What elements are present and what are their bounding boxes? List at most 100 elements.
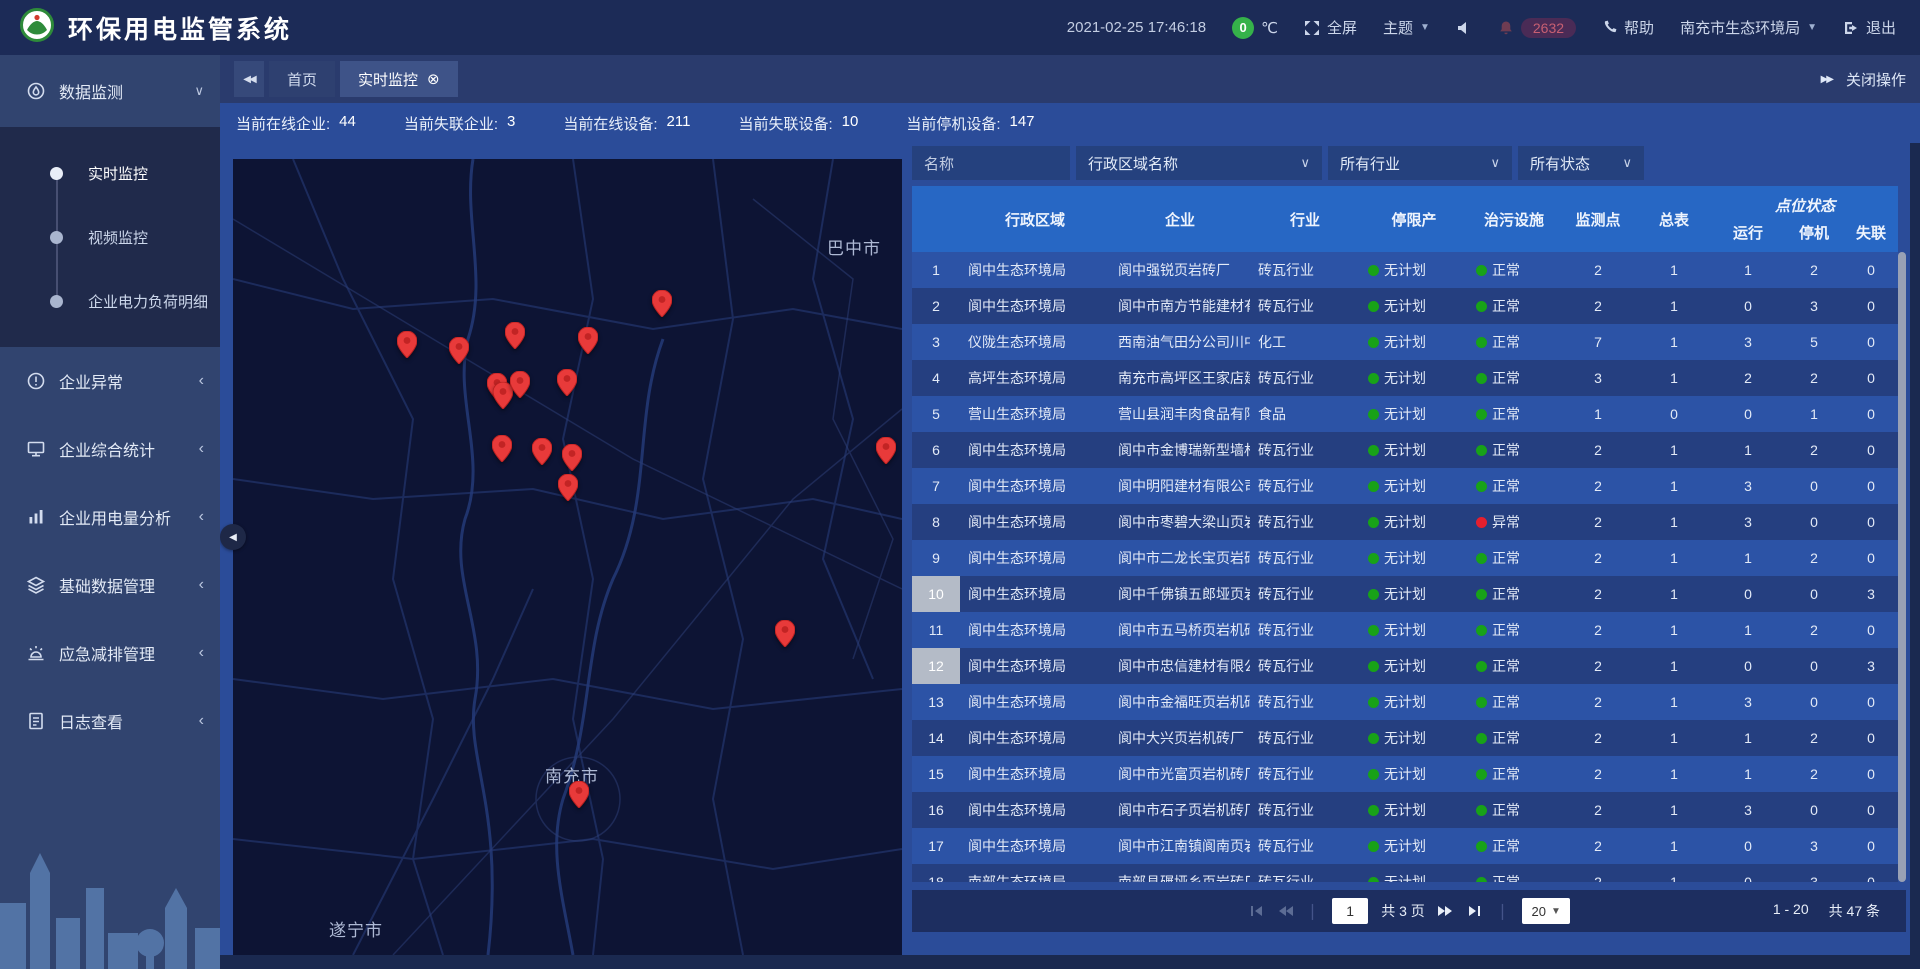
- map-pin-icon[interactable]: [569, 781, 589, 808]
- map-pin-icon[interactable]: [775, 620, 795, 647]
- page-size-select[interactable]: 20 ▼: [1522, 898, 1570, 924]
- table-row[interactable]: 4 高坪生态环境局 南充市高坪区王家店建 砖瓦行业 无计划 正常 3: [912, 360, 1898, 396]
- row-facility-status: 正常: [1468, 828, 1560, 864]
- map-pin-icon[interactable]: [532, 438, 552, 465]
- prev-page-button[interactable]: [1277, 903, 1293, 919]
- table-row[interactable]: 14 阆中生态环境局 阆中大兴页岩机砖厂 砖瓦行业 无计划 正常 2: [912, 720, 1898, 756]
- sidebar-item-electricity-analysis[interactable]: 企业用电量分析 ‹: [0, 483, 220, 551]
- name-search-input[interactable]: 名称: [912, 146, 1070, 180]
- chevron-left-icon: ‹: [199, 372, 204, 390]
- sidebar-item-power-load-detail[interactable]: 企业电力负荷明细: [0, 269, 220, 333]
- row-running-count: 1: [1712, 756, 1784, 792]
- table-row[interactable]: 10 阆中生态环境局 阆中千佛镇五郎垭页岩 砖瓦行业 无计划 正常 2: [912, 576, 1898, 612]
- industry-select[interactable]: 所有行业 ∨: [1328, 146, 1512, 180]
- map-pin-icon[interactable]: [562, 444, 582, 471]
- table-row[interactable]: 7 阆中生态环境局 阆中明阳建材有限公司 砖瓦行业 无计划 正常 2: [912, 468, 1898, 504]
- table-row[interactable]: 15 阆中生态环境局 阆中市光富页岩机砖厂 砖瓦行业 无计划 正常 2: [912, 756, 1898, 792]
- status-select[interactable]: 所有状态 ∨: [1518, 146, 1644, 180]
- map-pin-icon[interactable]: [652, 290, 672, 317]
- sidebar-item-realtime-monitoring[interactable]: 实时监控: [0, 141, 220, 205]
- sidebar-item-video-monitoring[interactable]: 视频监控: [0, 205, 220, 269]
- map-pin-icon[interactable]: [492, 435, 512, 462]
- row-company: 阆中市光富页岩机砖厂: [1110, 756, 1250, 792]
- tabs-scroll-left-button[interactable]: ◀◀: [234, 61, 264, 97]
- close-icon[interactable]: ⊗: [427, 72, 440, 87]
- row-total-meter-count: 1: [1636, 288, 1712, 324]
- table-row[interactable]: 2 阆中生态环境局 阆中市南方节能建材有 砖瓦行业 无计划 正常 2: [912, 288, 1898, 324]
- map-pin-icon[interactable]: [876, 437, 896, 464]
- row-lost-count: 0: [1844, 360, 1898, 396]
- chevron-down-icon: ∨: [1490, 155, 1500, 171]
- table-row[interactable]: 12 阆中生态环境局 阆中市忠信建材有限公 砖瓦行业 无计划 正常 2: [912, 648, 1898, 684]
- sidebar-item-company-abnormal[interactable]: 企业异常 ‹: [0, 347, 220, 415]
- row-stopped-count: 0: [1784, 684, 1844, 720]
- filter-bar: 名称 行政区域名称 ∨ 所有行业 ∨ 所有状态 ∨: [912, 146, 1906, 180]
- map-city-label: 遂宁市: [329, 916, 383, 941]
- help-button[interactable]: 帮助: [1602, 17, 1654, 38]
- row-company: 南部县碾垭乡页岩砖厂: [1110, 864, 1250, 882]
- first-page-button[interactable]: [1248, 903, 1264, 919]
- org-dropdown[interactable]: 南充市生态环境局 ▼: [1680, 17, 1817, 38]
- table-row[interactable]: 9 阆中生态环境局 阆中市二龙长宝页岩砖 砖瓦行业 无计划 正常 2: [912, 540, 1898, 576]
- row-region: 阆中生态环境局: [960, 684, 1110, 720]
- map-pin-icon[interactable]: [505, 322, 525, 349]
- table-row[interactable]: 5 营山生态环境局 营山县润丰肉食品有限 食品 无计划 正常 1: [912, 396, 1898, 432]
- row-company: 阆中市金博瑞新型墙材: [1110, 432, 1250, 468]
- row-monitor-count: 2: [1560, 756, 1636, 792]
- sidebar-item-emergency-reduction[interactable]: 应急减排管理 ‹: [0, 619, 220, 687]
- logout-button[interactable]: 退出: [1843, 17, 1896, 38]
- row-total-meter-count: 1: [1636, 468, 1712, 504]
- table-scrollbar[interactable]: [1898, 252, 1906, 882]
- tab-realtime-monitoring[interactable]: 实时监控 ⊗: [340, 61, 458, 97]
- row-industry: 砖瓦行业: [1250, 756, 1360, 792]
- double-chevron-right-icon[interactable]: ▶▶: [1821, 74, 1832, 85]
- close-operations-button[interactable]: 关闭操作: [1846, 69, 1906, 90]
- theme-dropdown[interactable]: 主题 ▼: [1383, 17, 1430, 38]
- next-page-button[interactable]: [1438, 903, 1454, 919]
- sidebar-item-base-data[interactable]: 基础数据管理 ‹: [0, 551, 220, 619]
- map[interactable]: 巴中市 南充市 遂宁市: [233, 159, 902, 955]
- fullscreen-button[interactable]: 全屏: [1304, 17, 1357, 38]
- row-index: 17: [912, 828, 960, 864]
- mute-button[interactable]: [1456, 20, 1472, 36]
- row-total-meter-count: 1: [1636, 360, 1712, 396]
- row-plan-status: 无计划: [1360, 504, 1468, 540]
- row-monitor-count: 2: [1560, 252, 1636, 288]
- table-row[interactable]: 16 阆中生态环境局 阆中市石子页岩机砖厂 砖瓦行业 无计划 正常 2: [912, 792, 1898, 828]
- sidebar-item-log-view[interactable]: 日志查看 ‹: [0, 687, 220, 755]
- total-pages-label: 共 3 页: [1381, 901, 1425, 921]
- notifications[interactable]: 2632: [1498, 18, 1576, 38]
- table-row[interactable]: 3 仪陇生态环境局 西南油气田分公司川中 化工 无计划 正常 7: [912, 324, 1898, 360]
- table-row[interactable]: 8 阆中生态环境局 阆中市枣碧大梁山页岩 砖瓦行业 无计划 异常 2: [912, 504, 1898, 540]
- region-select[interactable]: 行政区域名称 ∨: [1076, 146, 1322, 180]
- map-pin-icon[interactable]: [397, 331, 417, 358]
- table-row[interactable]: 17 阆中生态环境局 阆中市江南镇阆南页岩 砖瓦行业 无计划 正常 2: [912, 828, 1898, 864]
- map-pin-icon[interactable]: [557, 369, 577, 396]
- panel-collapse-button[interactable]: ◀: [220, 524, 246, 550]
- row-industry: 砖瓦行业: [1250, 288, 1360, 324]
- map-pin-icon[interactable]: [558, 474, 578, 501]
- table-row[interactable]: 1 阆中生态环境局 阆中强锐页岩砖厂 砖瓦行业 无计划 正常 2: [912, 252, 1898, 288]
- table-row[interactable]: 11 阆中生态环境局 阆中市五马桥页岩机砖 砖瓦行业 无计划 正常 2: [912, 612, 1898, 648]
- chevron-left-icon: ‹: [199, 644, 204, 662]
- table-row[interactable]: 6 阆中生态环境局 阆中市金博瑞新型墙材 砖瓦行业 无计划 正常 2: [912, 432, 1898, 468]
- last-page-button[interactable]: [1467, 903, 1483, 919]
- map-pin-icon[interactable]: [510, 371, 530, 398]
- sidebar-item-data-monitoring[interactable]: 数据监测 ∨: [0, 55, 220, 127]
- page-number-input[interactable]: 1: [1332, 898, 1368, 924]
- tab-home[interactable]: 首页: [269, 61, 335, 97]
- plan-status-dot-icon: [1368, 877, 1379, 883]
- col-index: [912, 186, 960, 252]
- row-running-count: 3: [1712, 468, 1784, 504]
- table-row[interactable]: 18 南部生态环境局 南部县碾垭乡页岩砖厂 砖瓦行业 无计划 正常 2: [912, 864, 1898, 882]
- table-row[interactable]: 13 阆中生态环境局 阆中市金福旺页岩机砖 砖瓦行业 无计划 正常 2: [912, 684, 1898, 720]
- map-pin-icon[interactable]: [578, 327, 598, 354]
- row-company: 阆中市五马桥页岩机砖: [1110, 612, 1250, 648]
- table-header: 行政区域 企业 行业 停限产 治污设施 监测点 总表 点位状态 运行 停机 失联: [912, 186, 1898, 252]
- row-plan-status: 无计划: [1360, 648, 1468, 684]
- row-index: 18: [912, 864, 960, 882]
- sidebar-item-company-statistics[interactable]: 企业综合统计 ‹: [0, 415, 220, 483]
- facility-status-dot-icon: [1476, 733, 1487, 744]
- siren-icon: [26, 643, 46, 663]
- map-pin-icon[interactable]: [449, 337, 469, 364]
